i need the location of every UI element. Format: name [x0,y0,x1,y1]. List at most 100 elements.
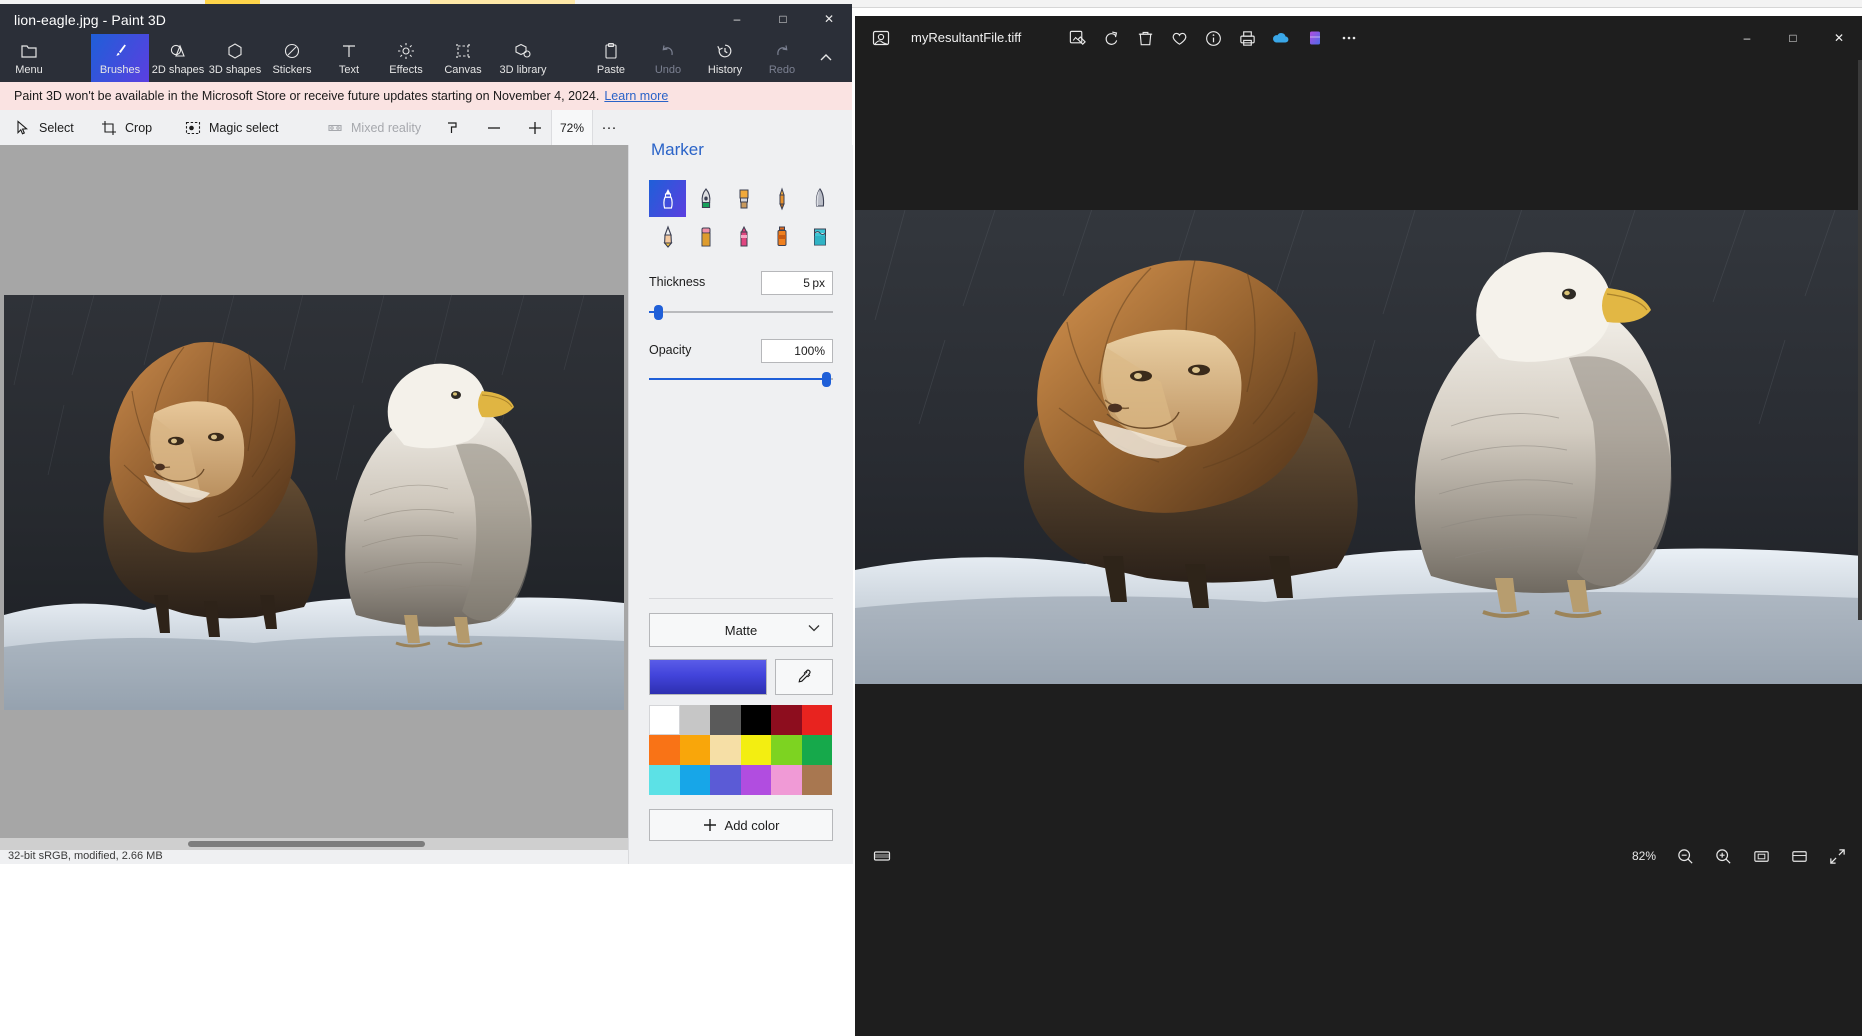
swatch-15[interactable] [740,765,771,795]
photos-scroll-indicator[interactable] [1858,60,1862,620]
ribbon-item-stickers[interactable]: Stickers [263,34,321,82]
ribbon-item-2d-shapes[interactable]: 2D shapes [149,34,207,82]
ribbon-item-text[interactable]: Text [320,34,378,82]
swatch-0[interactable] [649,705,680,735]
swatch-7[interactable] [679,735,710,765]
ribbon-label-3d-shapes: 3D shapes [208,64,262,76]
opacity-slider-knob[interactable] [822,372,831,387]
swatch-4[interactable] [771,705,802,735]
brush-pencil[interactable] [649,218,686,255]
eyedropper-button[interactable] [775,659,833,695]
paint3d-tool-strip: Select Crop Magic select Mixed reality 7… [0,110,852,146]
eyedropper-icon [795,668,813,686]
onedrive-icon[interactable] [1264,21,1298,55]
plus-icon [526,119,544,137]
stickers-icon [283,40,301,62]
magic-select-icon [184,119,202,137]
panel-divider [649,598,833,599]
ribbon-collapse-chevron-icon[interactable] [810,42,842,74]
ribbon-item-menu[interactable]: Menu [0,34,58,82]
filmstrip-icon[interactable] [865,839,899,873]
photos-close-button[interactable]: ✕ [1816,16,1862,60]
actual-size-icon[interactable] [1782,839,1816,873]
tool-crop[interactable]: Crop [92,110,160,145]
swatch-17[interactable] [801,765,832,795]
ribbon-label-history: History [707,64,743,76]
opacity-value-field[interactable]: 100% [761,339,833,363]
print-icon[interactable] [1230,21,1264,55]
swatch-11[interactable] [801,735,832,765]
swatch-3[interactable] [740,705,771,735]
brush-eraser[interactable] [687,218,724,255]
swatch-6[interactable] [649,735,680,765]
add-color-button[interactable]: Add color [649,809,833,841]
thickness-slider-knob[interactable] [654,305,663,320]
photos-minimize-button[interactable]: – [1724,16,1770,60]
ribbon-item-brushes[interactable]: Brushes [91,34,149,82]
fullscreen-icon[interactable] [1820,839,1854,873]
photos-viewer-stage[interactable] [855,60,1862,835]
info-icon[interactable] [1196,21,1230,55]
swatch-12[interactable] [649,765,680,795]
zoom-in-icon[interactable] [1706,839,1740,873]
thickness-value-field[interactable]: 5 px [761,271,833,295]
current-color-swatch[interactable] [649,659,767,695]
swatch-5[interactable] [801,705,832,735]
swatch-9[interactable] [740,735,771,765]
swatch-2[interactable] [710,705,741,735]
swatch-14[interactable] [710,765,741,795]
thickness-slider[interactable] [649,305,833,320]
brush-calligraphy-pen[interactable] [687,180,724,217]
ribbon-item-3d-shapes[interactable]: 3D shapes [206,34,264,82]
rotate-icon[interactable] [1094,21,1128,55]
brush-spray-can[interactable] [763,218,800,255]
fit-to-window-icon[interactable] [1744,839,1778,873]
3d-library-icon [514,40,532,62]
zoom-in-button[interactable] [516,110,554,145]
paint3d-scrollbar-thumb[interactable] [188,841,425,847]
swatch-8[interactable] [710,735,741,765]
learn-more-link[interactable]: Learn more [604,89,668,103]
ribbon-item-3d-library[interactable]: 3D library [491,34,555,82]
zoom-level-display[interactable]: 72% [551,110,593,145]
edit-image-icon[interactable] [1060,21,1094,55]
paint3d-ribbon: Menu Brushes 2D shapes 3D shapes Sticker… [0,34,852,82]
ribbon-item-effects[interactable]: Effects [377,34,435,82]
paint3d-close-button[interactable]: ✕ [806,4,852,34]
designer-icon[interactable] [1298,21,1332,55]
paint3d-canvas-area[interactable] [0,145,628,850]
brush-pixel-pen[interactable] [801,180,838,217]
zoom-out-icon[interactable] [1668,839,1702,873]
ribbon-item-paste[interactable]: Paste [582,34,640,82]
swatch-1[interactable] [679,705,710,735]
brush-crayon[interactable] [725,218,762,255]
swatch-13[interactable] [679,765,710,795]
ribbon-item-history[interactable]: History [696,34,754,82]
paint3d-minimize-button[interactable]: – [714,4,760,34]
tool-magic-select[interactable]: Magic select [176,110,286,145]
photos-titlebar: myResultantFile.tiff – □ ✕ [855,16,1862,60]
brush-marker[interactable] [649,180,686,217]
tool-fit-view[interactable] [434,110,472,145]
mixed-reality-icon [326,119,344,137]
brush-fill-bucket[interactable] [801,218,838,255]
chevron-down-icon [808,624,820,632]
material-dropdown[interactable]: Matte [649,613,833,647]
delete-icon[interactable] [1128,21,1162,55]
swatch-10[interactable] [771,735,802,765]
zoom-out-button[interactable] [475,110,513,145]
paint3d-maximize-button[interactable]: □ [760,4,806,34]
ribbon-item-canvas[interactable]: Canvas [434,34,492,82]
opacity-slider[interactable] [649,372,833,387]
more-options-icon[interactable] [1332,21,1366,55]
crop-icon [100,119,118,137]
brush-watercolor[interactable] [763,180,800,217]
favorite-heart-icon[interactable] [1162,21,1196,55]
paint3d-window: lion-eagle.jpg - Paint 3D – □ ✕ Menu Bru… [0,4,853,864]
swatch-16[interactable] [771,765,802,795]
paint3d-horizontal-scrollbar[interactable] [0,838,628,850]
brush-oil[interactable] [725,180,762,217]
photos-maximize-button[interactable]: □ [1770,16,1816,60]
tool-select[interactable]: Select [6,110,82,145]
tool-more-options[interactable]: ··· [592,110,626,145]
